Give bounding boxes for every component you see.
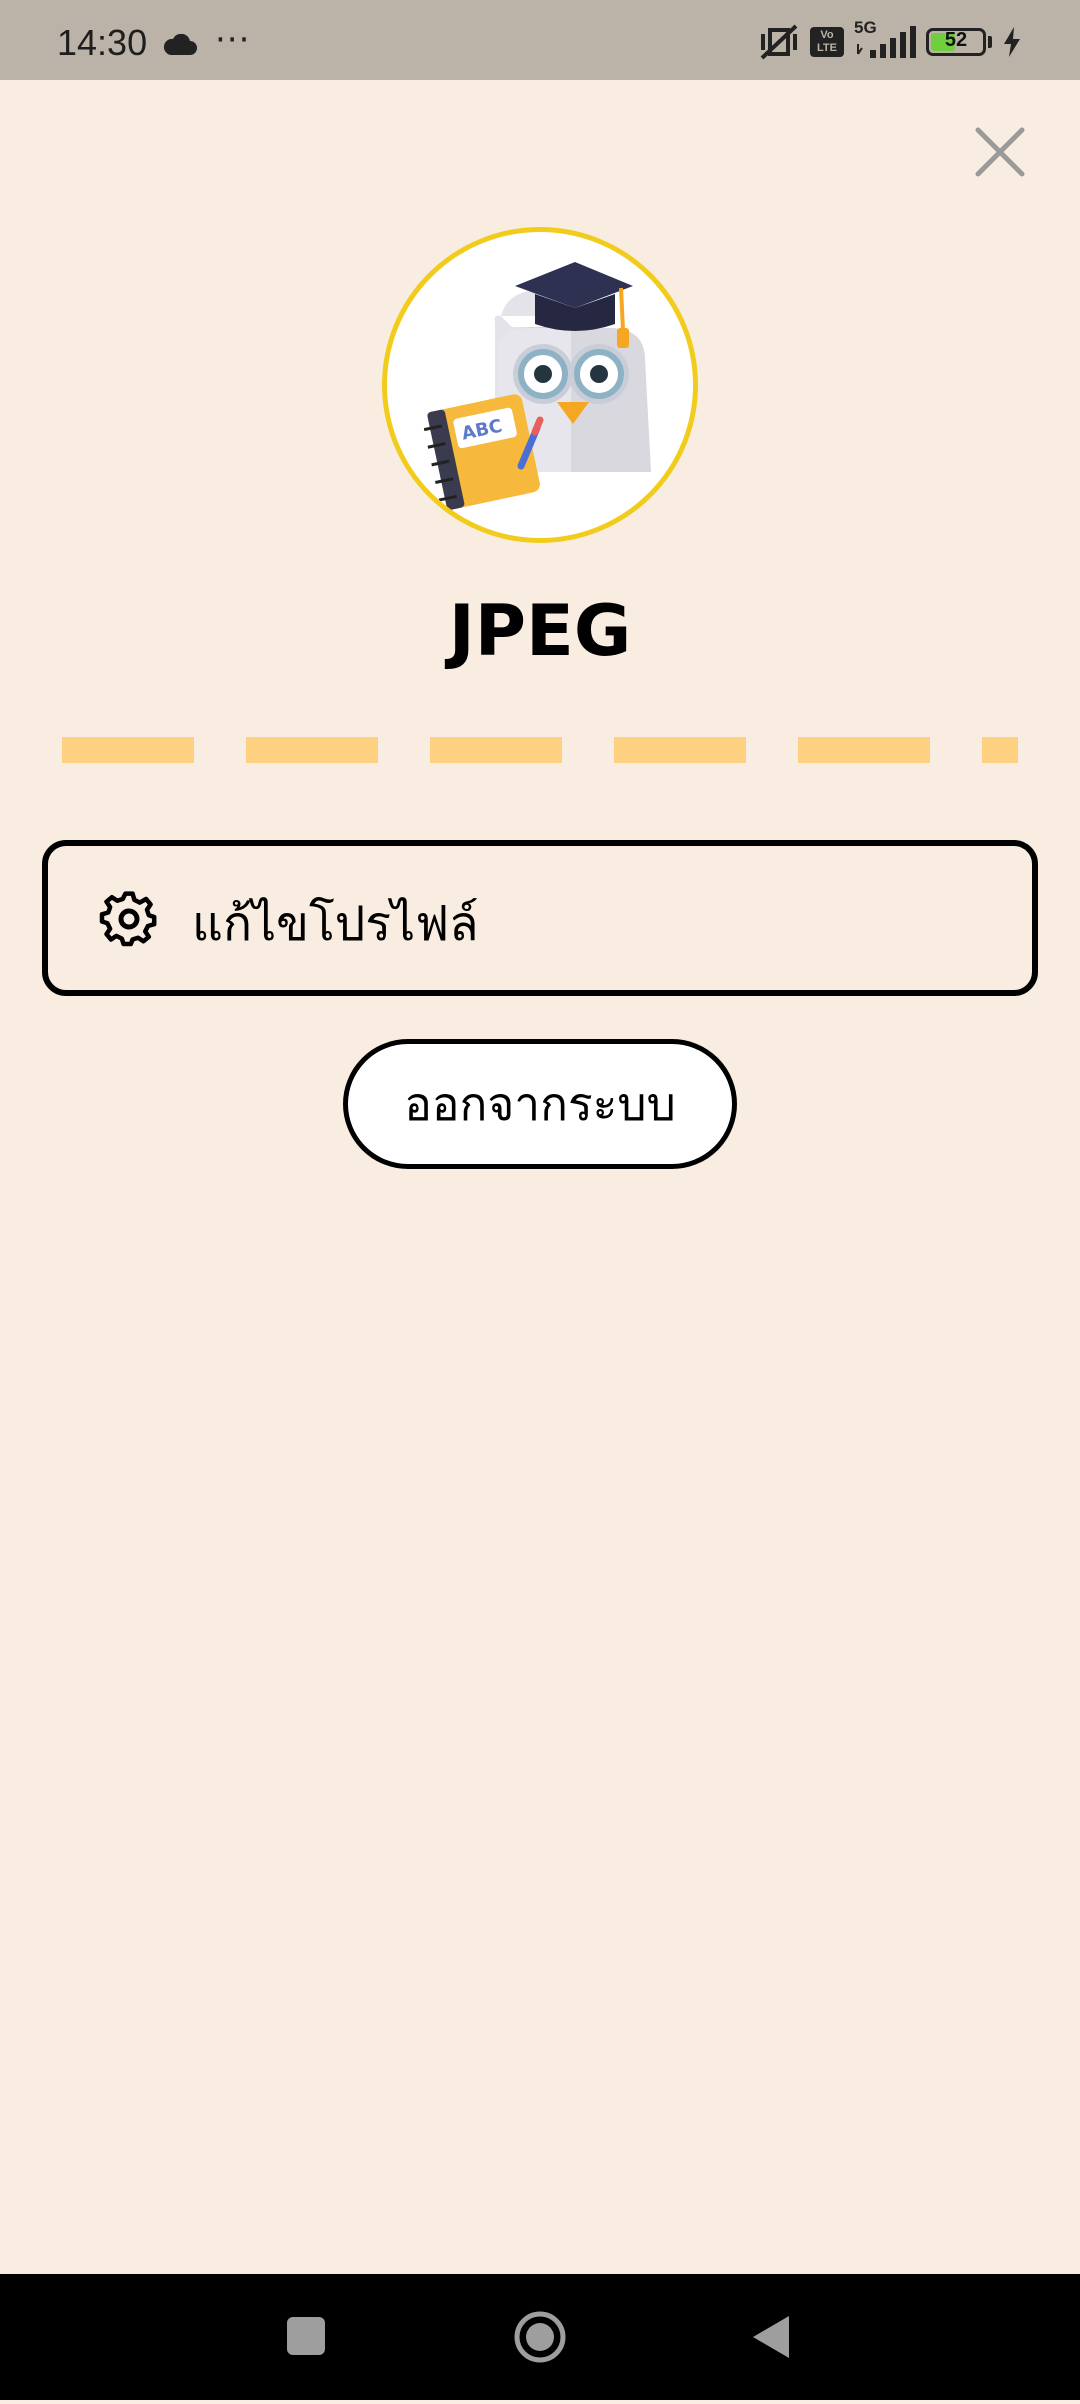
vibrate-off-icon	[760, 24, 798, 60]
home-button[interactable]	[480, 2274, 600, 2400]
recents-button[interactable]	[247, 2274, 367, 2400]
dashed-divider	[62, 737, 1018, 763]
logout-button[interactable]: ออกจากระบบ	[343, 1039, 737, 1169]
back-button[interactable]	[713, 2274, 833, 2400]
status-icons: Vo LTE 5G 52	[758, 18, 1022, 62]
edit-profile-label: แก้ไขโปรไฟล์	[192, 896, 479, 952]
owl-graduate-icon: ABC	[423, 262, 651, 510]
triangle-back-icon	[753, 2316, 789, 2358]
circle-icon	[514, 2311, 566, 2363]
avatar: ABC	[382, 227, 698, 543]
status-bar: 14:30 ··· Vo LTE 5G 52	[0, 0, 1080, 80]
status-time: 14:30	[57, 22, 148, 63]
charging-icon	[1004, 27, 1020, 57]
gear-icon	[99, 891, 157, 947]
profile-name: JPEG	[448, 590, 632, 672]
volte-icon: Vo LTE	[810, 27, 844, 57]
battery-cap	[988, 36, 992, 48]
battery-level: 52	[944, 29, 968, 51]
close-icon[interactable]	[970, 122, 1030, 182]
logout-label: ออกจากระบบ	[404, 1076, 676, 1131]
more-notifications-icon: ···	[215, 20, 251, 60]
signal-icon: 5G	[854, 18, 916, 60]
battery-icon: 52	[926, 28, 986, 56]
edit-profile-button[interactable]: แก้ไขโปรไฟล์	[42, 840, 1038, 996]
square-icon	[287, 2317, 325, 2355]
navigation-bar	[0, 2274, 1080, 2400]
cloud-icon	[163, 34, 197, 55]
